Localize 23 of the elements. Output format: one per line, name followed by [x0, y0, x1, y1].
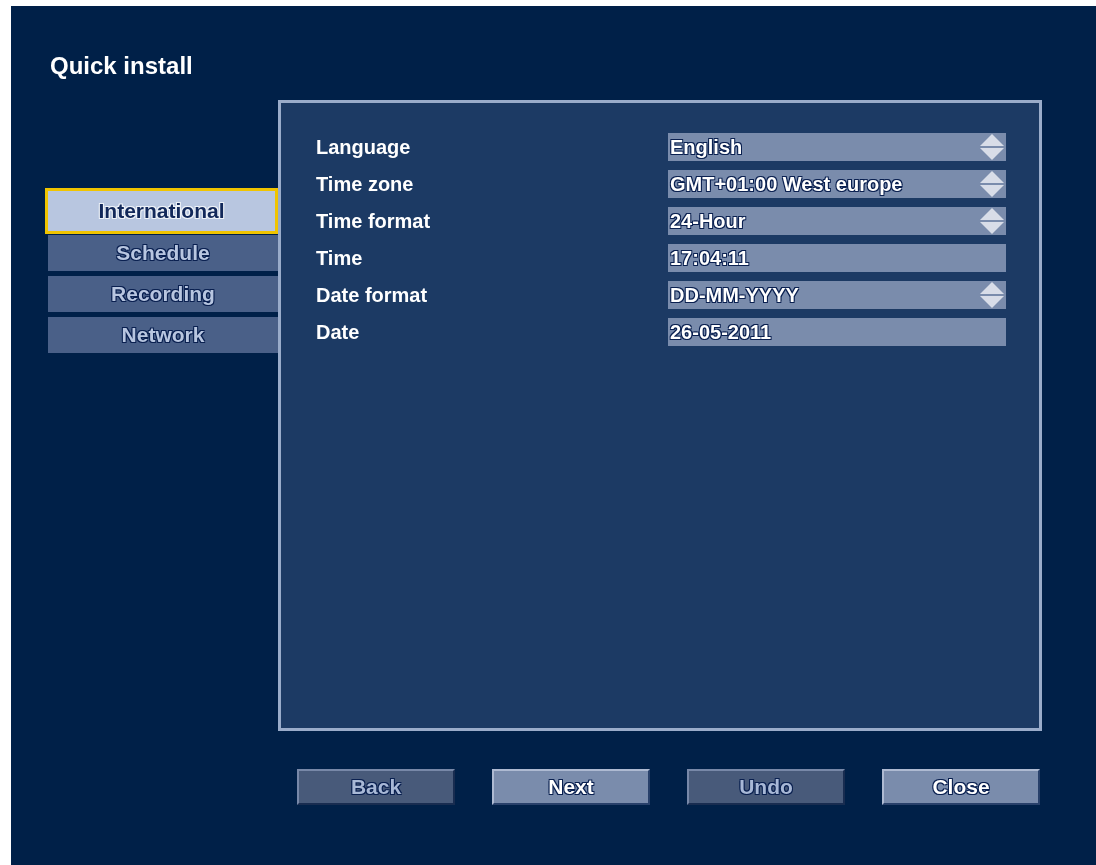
select-field[interactable]: GMT+01:00 West europe: [668, 170, 1006, 198]
spinner-icon: [980, 208, 1004, 234]
setting-label: Language: [316, 135, 412, 159]
dialog-button[interactable]: Next: [492, 769, 650, 805]
spinner-icon: [980, 171, 1004, 197]
sidebar-tab[interactable]: International: [45, 188, 278, 234]
select-field[interactable]: 24-Hour: [668, 207, 1006, 235]
setting-label: Time: [316, 246, 364, 270]
sidebar-tab[interactable]: Recording: [48, 276, 278, 312]
input-field[interactable]: 26-05-2011: [668, 318, 1006, 346]
setting-label: Date: [316, 320, 361, 344]
setting-label: Time zone: [316, 172, 415, 196]
spinner-icon: [980, 282, 1004, 308]
sidebar-tab[interactable]: Schedule: [48, 235, 278, 271]
dialog-button[interactable]: Close: [882, 769, 1040, 805]
input-field[interactable]: 17:04:11: [668, 244, 1006, 272]
select-field[interactable]: English: [668, 133, 1006, 161]
setting-label: Date format: [316, 283, 429, 307]
window-title: Quick install: [50, 52, 194, 81]
setting-label: Time format: [316, 209, 432, 233]
select-field[interactable]: DD-MM-YYYY: [668, 281, 1006, 309]
spinner-icon: [980, 134, 1004, 160]
sidebar-tab[interactable]: Network: [48, 317, 278, 353]
